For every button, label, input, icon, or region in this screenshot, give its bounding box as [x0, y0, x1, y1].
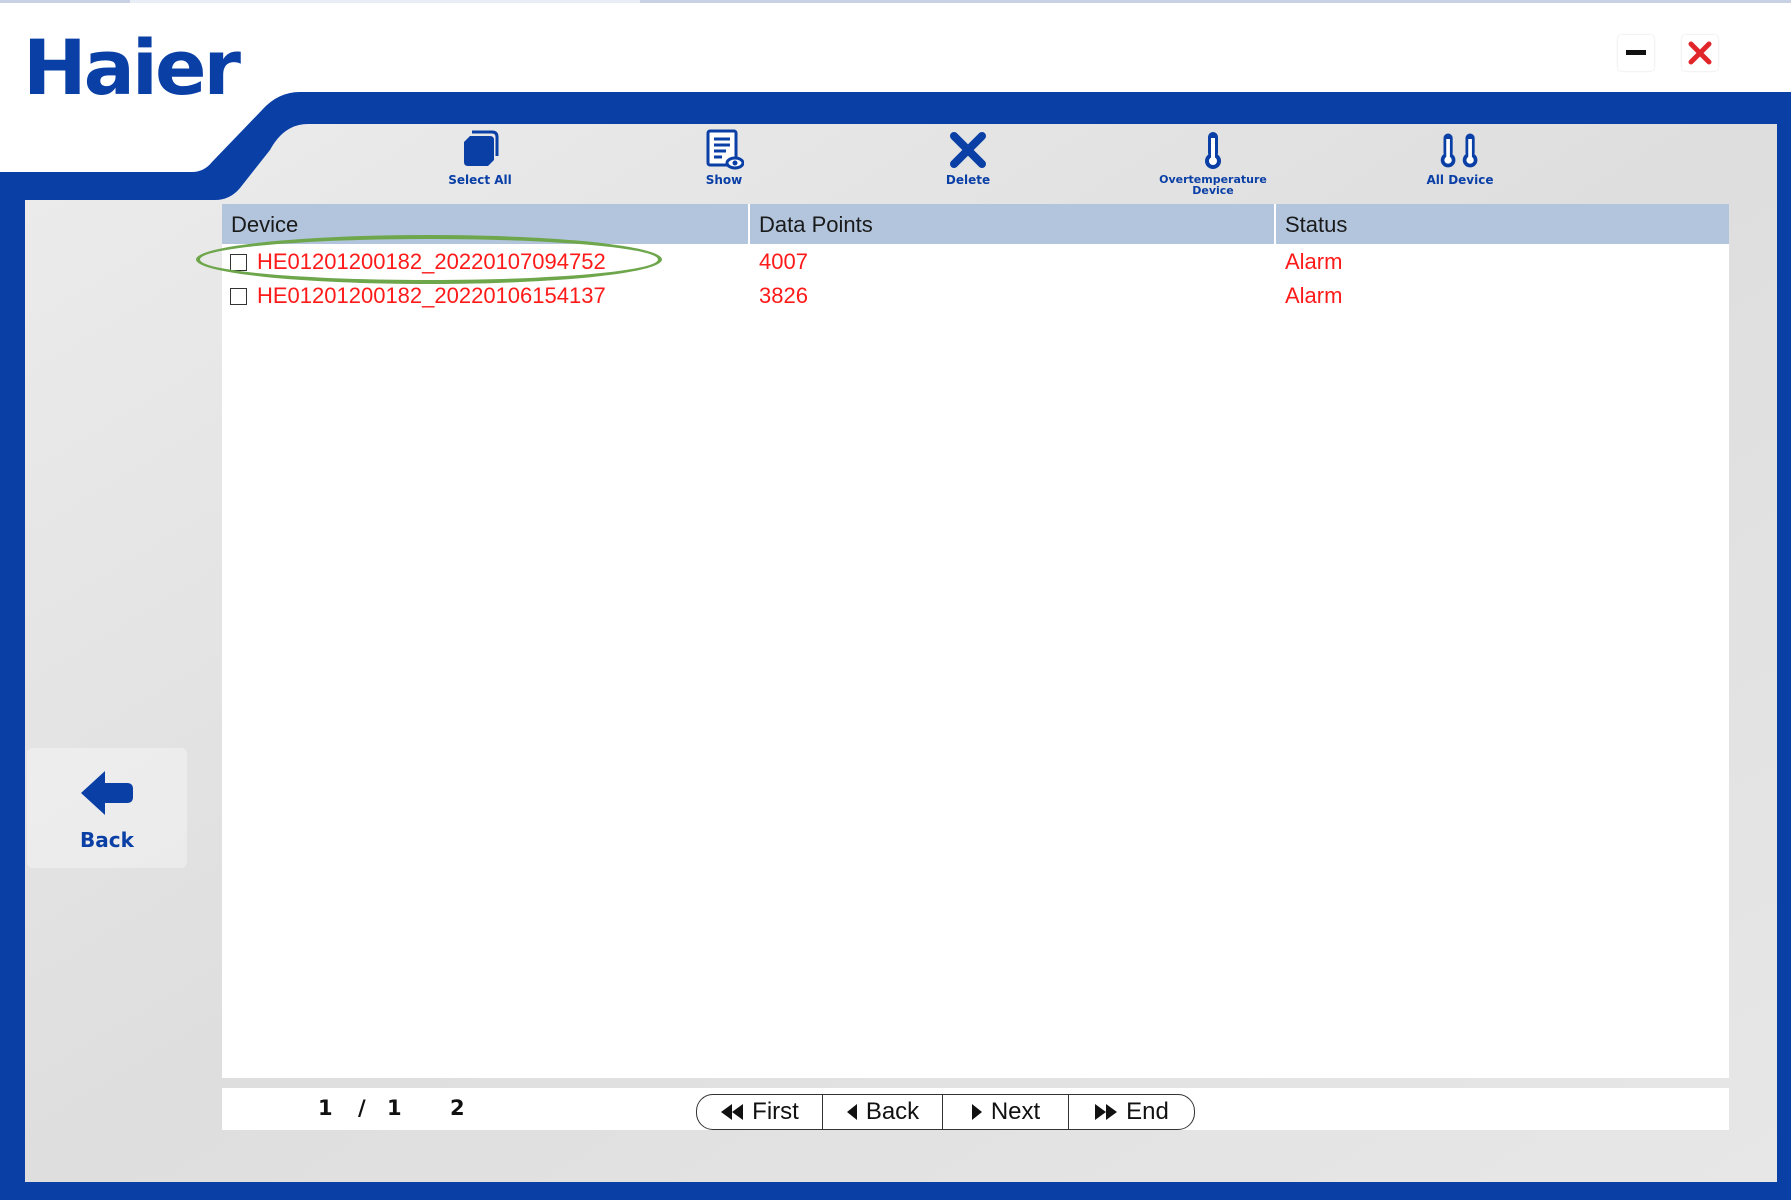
all-device-button[interactable]: All Device	[1400, 128, 1520, 196]
show-label: Show	[705, 173, 743, 187]
device-name: HE01201200182_20220107094752	[257, 249, 606, 274]
close-button[interactable]	[1682, 35, 1718, 71]
select-all-button[interactable]: Select All	[420, 128, 540, 196]
double-left-arrow-icon	[721, 1104, 744, 1120]
last-page-button[interactable]: End	[1069, 1095, 1194, 1129]
next-page-button[interactable]: Next	[943, 1095, 1069, 1129]
column-header-data-points[interactable]: Data Points	[750, 204, 1276, 244]
table-row[interactable]: HE01201200182_20220107094752 4007 Alarm	[222, 245, 1729, 279]
column-header-status[interactable]: Status	[1276, 204, 1729, 244]
pager-button-group: First Back Next End	[696, 1094, 1195, 1130]
double-thermometer-icon	[1438, 128, 1482, 172]
total-records: 2	[450, 1096, 465, 1120]
back-nav-button[interactable]: Back	[27, 748, 187, 868]
device-table: Device Data Points Status HE01201200182_…	[196, 204, 1729, 1078]
previous-page-label: Back	[865, 1098, 920, 1125]
first-page-button[interactable]: First	[697, 1095, 823, 1129]
pagination-bar: 1 / 1 2 First Back Next End	[222, 1088, 1729, 1130]
total-pages: 1	[387, 1096, 402, 1120]
table-row[interactable]: HE01201200182_20220106154137 3826 Alarm	[222, 279, 1729, 313]
column-header-device[interactable]: Device	[222, 204, 750, 244]
next-page-label: Next	[990, 1098, 1041, 1125]
device-name: HE01201200182_20220106154137	[257, 283, 606, 308]
back-arrow-icon	[79, 769, 135, 822]
overtemperature-label-line2: Device	[1192, 184, 1234, 197]
delete-button[interactable]: Delete	[908, 128, 1028, 196]
document-view-icon	[702, 128, 746, 172]
data-points-value: 3826	[759, 283, 808, 308]
page-separator: /	[358, 1096, 366, 1120]
thermometer-icon	[1191, 128, 1235, 172]
data-points-value: 4007	[759, 249, 808, 274]
minimize-button[interactable]	[1618, 35, 1654, 71]
first-page-label: First	[752, 1098, 799, 1125]
left-arrow-icon	[846, 1104, 857, 1120]
delete-label: Delete	[945, 173, 991, 187]
current-page: 1	[318, 1096, 333, 1120]
row-checkbox[interactable]	[230, 287, 247, 305]
double-right-arrow-icon	[1095, 1104, 1118, 1120]
stack-icon	[458, 128, 502, 172]
previous-page-button[interactable]: Back	[823, 1095, 943, 1129]
status-value: Alarm	[1285, 283, 1343, 308]
table-header: Device Data Points Status	[222, 204, 1729, 244]
select-all-label: Select All	[448, 173, 512, 187]
back-nav-label: Back	[80, 828, 134, 852]
delete-x-icon	[946, 128, 990, 172]
last-page-label: End	[1126, 1098, 1169, 1125]
right-arrow-icon	[971, 1104, 982, 1120]
row-checkbox[interactable]	[230, 253, 247, 271]
status-value: Alarm	[1285, 249, 1343, 274]
haier-logo: Haier	[23, 23, 241, 112]
overtemperature-device-button[interactable]: Overtemperature Device	[1153, 128, 1273, 196]
minimize-icon	[1626, 50, 1646, 55]
show-button[interactable]: Show	[664, 128, 784, 196]
all-device-label: All Device	[1426, 173, 1494, 187]
close-icon	[1688, 41, 1712, 65]
